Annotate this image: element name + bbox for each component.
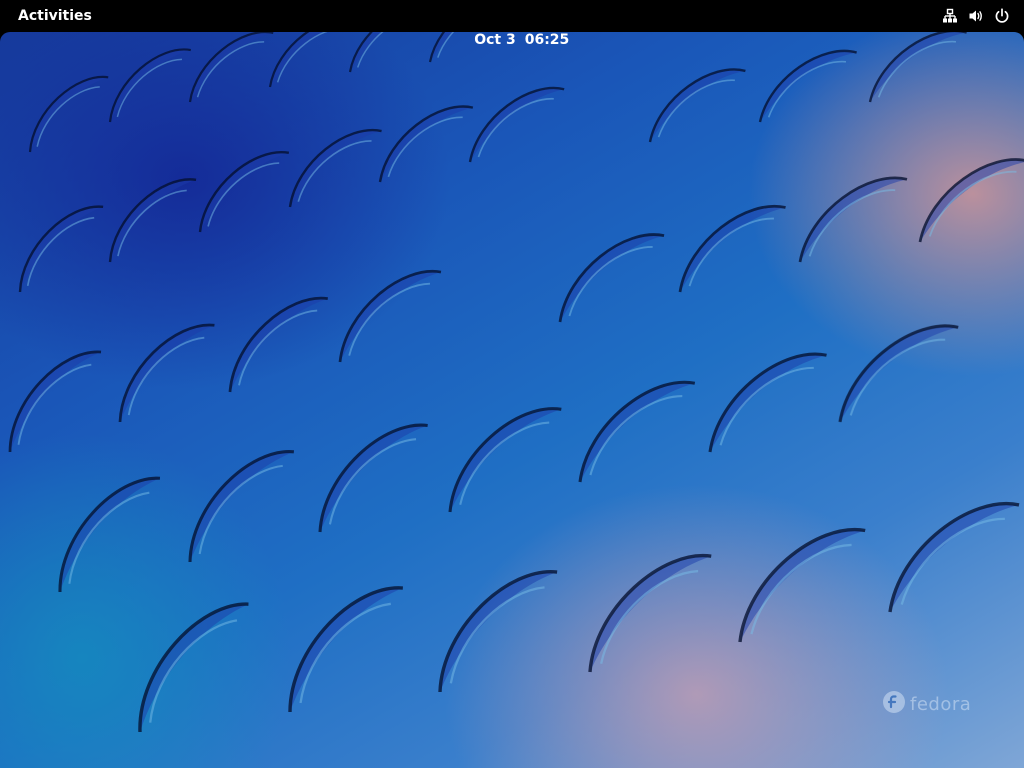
volume-icon <box>968 8 984 24</box>
clock-button[interactable]: Oct 3 06:25 <box>445 4 580 48</box>
desktop-background[interactable]: fedora <box>0 32 1024 768</box>
clock-time: 06:25 <box>524 32 570 48</box>
clock-date: Oct 3 <box>474 32 516 48</box>
activities-button[interactable]: Activities <box>8 4 102 28</box>
network-wired-icon <box>942 8 958 24</box>
activities-label: Activities <box>18 8 92 24</box>
power-icon <box>994 8 1010 24</box>
fedora-logo-icon <box>882 690 906 718</box>
fedora-logo-text: fedora <box>910 693 972 715</box>
fedora-watermark: fedora <box>882 690 971 718</box>
system-status-menu[interactable] <box>934 4 1018 28</box>
wallpaper-pattern <box>0 32 1024 734</box>
top-bar: Activities Oct 3 06:25 <box>0 0 1024 48</box>
